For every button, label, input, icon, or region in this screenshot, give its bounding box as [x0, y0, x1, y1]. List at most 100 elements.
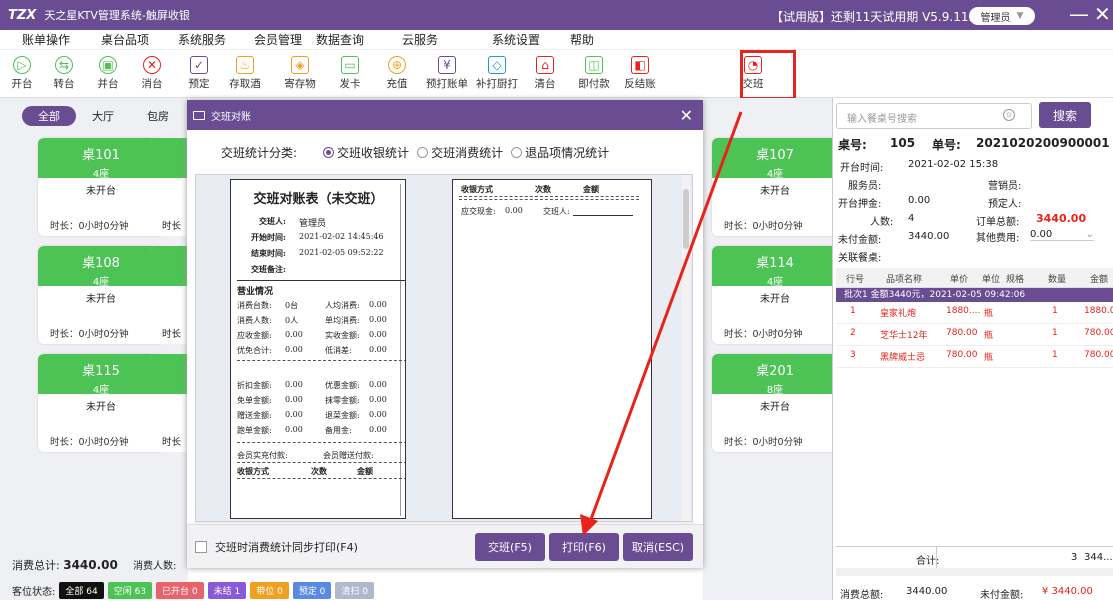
transfer-table-button[interactable]: ⇆ 转台 [42, 52, 86, 94]
table-duration: 时长：0小时0分钟 [724, 437, 803, 448]
close-icon[interactable]: ✕ [680, 106, 693, 125]
minimize-button[interactable]: — [1069, 2, 1089, 26]
area-tab-room[interactable]: 包房 [143, 106, 173, 126]
print-button[interactable]: 打印(F6) [549, 533, 619, 561]
dialog-header: 交班对账 ✕ [187, 100, 703, 130]
receipt-value: 0.00 [285, 425, 303, 434]
receipt-value: 0.00 [369, 330, 387, 339]
preview-scrollbar[interactable] [682, 175, 690, 521]
clear-table-button[interactable]: ⌂ 清台 [523, 52, 567, 94]
status-badge[interactable]: 已开台 0 [156, 582, 204, 599]
table-card-107[interactable]: 桌107 4座 未开台 时长：0小时0分钟 [712, 138, 838, 236]
receipt-label: 免单金额: [237, 396, 272, 405]
cell-price: 780.00 [946, 350, 978, 360]
menu-system-settings[interactable]: 系统设置 [492, 31, 540, 48]
other-fee-select[interactable]: 0.00 ⌄ [1030, 229, 1094, 241]
reverse-checkout-button[interactable]: ◧ 反结账 [618, 52, 662, 94]
footer-label: 消费总额: [840, 590, 884, 601]
status-badge[interactable]: 空闲 63 [107, 582, 153, 599]
table-card-201[interactable]: 桌201 8座 未开台 时长：0小时0分钟 [712, 354, 838, 452]
receipt-value: 0.00 [505, 206, 523, 215]
radio-refund-stats[interactable]: 退品项情况统计 [511, 144, 609, 161]
checkbox[interactable] [195, 541, 207, 553]
user-menu-button[interactable]: 管理员 ▼ [969, 7, 1035, 25]
field-label: 关联餐桌: [838, 253, 882, 264]
field-label: 未付金额: [838, 235, 882, 246]
toolbar-label: 发卡 [339, 78, 361, 90]
receipt-header: 金额 [583, 184, 599, 194]
column-header: 单价 [950, 275, 969, 285]
receipt-label: 会员实充付款: [237, 451, 288, 460]
toolbar-label: 即付款 [578, 78, 610, 90]
table-hscrollbar[interactable] [836, 568, 1113, 576]
table-status: 未开台 [86, 294, 116, 305]
receipt-label: 结束时间: [251, 248, 286, 258]
table-row[interactable]: 1 皇家礼炮 1880....瓶 1 1880.00 [836, 302, 1113, 324]
storage-button[interactable]: ◈ 寄存物 [278, 52, 322, 94]
trial-notice: 【试用版】还剩11天试用期 V5.9.11.19 [771, 10, 988, 24]
table-seats: 4座 [92, 277, 110, 288]
status-badge[interactable]: 未结 1 [207, 582, 247, 599]
status-badge[interactable]: 带位 0 [250, 582, 289, 599]
search-button[interactable]: 搜索 [1039, 102, 1091, 128]
toolbar-label: 开台 [11, 78, 33, 90]
handover-button[interactable]: 交班(F5) [475, 533, 545, 561]
radio-cashier-stats[interactable]: 交班收银统计 [323, 144, 409, 161]
table-card-partial[interactable]: 时长 [150, 246, 188, 344]
status-badge[interactable]: 预定 0 [292, 582, 332, 599]
table-no-label: 桌号: [838, 138, 867, 152]
divider [459, 199, 639, 200]
receipt-value: 2021-02-05 09:52:22 [299, 248, 384, 257]
cancel-button[interactable]: 取消(ESC) [623, 533, 693, 561]
table-card-108[interactable]: 桌108 4座 未开台 时长：0小时0分钟 [38, 246, 164, 344]
menu-cloud[interactable]: 云服务 [402, 31, 438, 48]
area-tab-all[interactable]: 全部 [22, 106, 76, 126]
table-row[interactable]: 3 黑牌威士忌 780.00 瓶 1 780.00 [836, 346, 1113, 368]
wine-storage-button[interactable]: ♨ 存取酒 [223, 52, 267, 94]
menu-tables-items[interactable]: 桌台品项 [101, 31, 149, 48]
recharge-button[interactable]: ⊕ 充值 [375, 52, 419, 94]
area-tab-hall[interactable]: 大厅 [88, 106, 118, 126]
menu-system-service[interactable]: 系统服务 [178, 31, 226, 48]
open-table-button[interactable]: ▷ 开台 [0, 52, 44, 94]
table-duration: 时长：0小时0分钟 [50, 437, 129, 448]
table-card-partial[interactable]: 时长 [150, 138, 188, 236]
cell-unit: 瓶 [984, 309, 994, 319]
reserve-button[interactable]: ✓ 预定 [177, 52, 221, 94]
handover-dialog: 交班对账 ✕ 交班统计分类: 交班收银统计 交班消费统计 退品项情况统计 交班对… [187, 100, 703, 568]
status-badge[interactable]: 清扫 0 [335, 582, 374, 599]
dialog-title: 交班对账 [211, 111, 251, 123]
menu-member[interactable]: 会员管理 [254, 31, 302, 48]
instant-pay-button[interactable]: ◫ 即付款 [572, 52, 616, 94]
receipt-label: 应收金额: [237, 331, 272, 340]
table-card-114[interactable]: 桌114 4座 未开台 时长：0小时0分钟 [712, 246, 838, 344]
radio-consumption-stats[interactable]: 交班消费统计 [417, 144, 503, 161]
table-card-partial[interactable]: 时长 [150, 354, 188, 452]
table-name: 桌107 [756, 148, 794, 163]
scroll-thumb[interactable] [683, 189, 689, 249]
pre-print-bill-button[interactable]: ¥ 预打账单 [425, 52, 469, 94]
legend-label: 客位状态: [12, 587, 56, 598]
cell-name: 芝华士12年 [880, 331, 928, 341]
sync-print-checkbox[interactable]: 交班时消费统计同步打印(F4) [195, 539, 358, 555]
receipt-value: 0台 [285, 301, 299, 310]
table-card-101[interactable]: 桌101 4座 未开台 时长：0小时0分钟 [38, 138, 164, 236]
field-value: 0.00 [908, 195, 931, 206]
table-card-115[interactable]: 桌115 4座 未开台 时长：0小时0分钟 [38, 354, 164, 452]
status-badge[interactable]: 全部 64 [59, 582, 104, 599]
menu-help[interactable]: 帮助 [570, 31, 594, 48]
cancel-table-button[interactable]: ✕ 消台 [130, 52, 174, 94]
cell-no: 1 [850, 306, 856, 316]
reprint-kitchen-button[interactable]: ◇ 补打厨打 [475, 52, 519, 94]
issue-card-button[interactable]: ▭ 发卡 [328, 52, 372, 94]
menu-data-query[interactable]: 数据查询 [316, 31, 364, 48]
table-search-input[interactable]: 输入餐桌号搜索 ⊙ [836, 103, 1032, 129]
toolbar-label: 存取酒 [229, 78, 261, 90]
merge-table-button[interactable]: ▣ 并台 [86, 52, 130, 94]
close-window-button[interactable]: ✕ [1094, 2, 1111, 26]
cell-unit: 瓶 [984, 353, 994, 363]
table-name: 桌108 [82, 256, 120, 271]
menu-bill-ops[interactable]: 账单操作 [22, 31, 70, 48]
table-row[interactable]: 2 芝华士12年 780.00 瓶 1 780.00 [836, 324, 1113, 346]
highlight-box [740, 50, 796, 100]
